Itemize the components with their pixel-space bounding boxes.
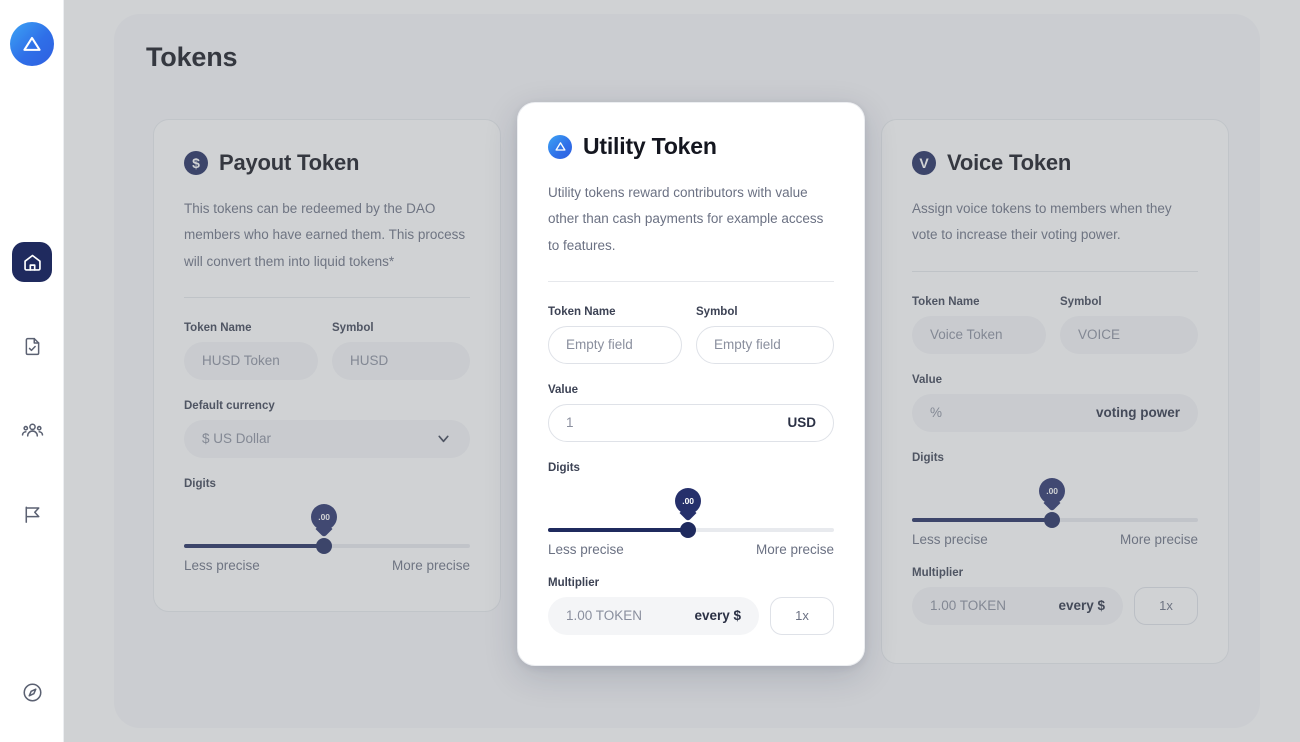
token-name-input[interactable]: Voice Token [912,315,1046,354]
multiplier-block: Multiplier 1.00 TOKEN every $ 1x [548,577,834,635]
slider-fill [184,543,325,548]
token-name-label: Token Name [184,321,252,334]
digits-slider[interactable]: .00 [548,487,834,546]
symbol-input[interactable]: HUSD [332,341,470,380]
slider-fill [912,517,1053,522]
card-payout-token[interactable]: $ Payout Token This tokens can be redeem… [153,119,501,612]
sidebar-nav [0,240,64,576]
default-currency-select[interactable]: $ US Dollar [184,419,470,458]
token-name-input[interactable]: HUSD Token [184,341,318,380]
symbol-label: Symbol [332,321,374,334]
value-block: Value % voting power [912,374,1198,432]
sidebar-item-home[interactable] [0,240,64,284]
multiplier-block: Multiplier 1.00 TOKEN every $ 1x [912,567,1198,625]
users-icon [12,410,52,450]
divider [184,296,470,298]
card-header: Utility Token [548,133,834,160]
page-surface: Tokens $ Payout Token This tokens can be… [114,14,1260,728]
digits-label: Digits [912,451,944,464]
multiplier-value: 1.00 TOKEN [566,608,643,624]
slider-thumb[interactable] [1044,511,1061,528]
sidebar [0,0,64,742]
digits-block: Digits .00 Less precise More precise [184,478,470,573]
digits-block: Digits .00 Less precise More precise [548,462,834,557]
document-check-icon [12,326,52,366]
token-cards-container: $ Payout Token This tokens can be redeem… [153,102,1229,666]
name-symbol-row: Token Name Empty field Symbol Empty fiel… [548,306,834,364]
multiplier-unit: every $ [694,608,741,624]
flag-icon [12,494,52,534]
value-text: % [930,405,943,421]
card-description: Utility tokens reward contributors with … [548,185,824,253]
compass-icon [21,681,44,709]
digits-block: Digits .00 Less precise More precise [912,452,1198,547]
token-name-label: Token Name [912,295,980,308]
triangle-token-icon [548,134,572,159]
multiplier-factor-box[interactable]: 1x [770,596,834,635]
sidebar-item-members[interactable] [0,408,64,452]
divider [912,270,1198,272]
multiplier-label: Multiplier [548,576,600,589]
page-title: Tokens [146,42,238,72]
value-unit: voting power [1096,405,1180,421]
multiplier-label: Multiplier [912,566,964,579]
value-input[interactable]: 1 USD [548,403,834,442]
card-header: V Voice Token [912,150,1198,176]
sidebar-item-documents[interactable] [0,324,64,368]
app-root: Tokens $ Payout Token This tokens can be… [0,0,1300,742]
home-icon [12,242,52,282]
slider-fill [548,527,689,532]
dollar-token-icon: $ [184,151,208,175]
slider-value-bubble: .00 [1039,477,1066,512]
card-header: $ Payout Token [184,150,470,176]
card-description: This tokens can be redeemed by the DAO m… [184,201,466,269]
currency-block: Default currency $ US Dollar [184,400,470,458]
triangle-logo-icon[interactable] [10,22,54,66]
card-voice-token[interactable]: V Voice Token Assign voice tokens to mem… [881,119,1229,664]
token-name-label: Token Name [548,305,616,318]
card-title: Voice Token [947,150,1072,175]
slider-value-bubble: .00 [675,487,702,522]
sidebar-item-explore[interactable] [0,673,64,717]
card-description: Assign voice tokens to members when they… [912,201,1172,243]
multiplier-unit: every $ [1058,598,1105,614]
chevron-down-icon [435,430,452,447]
slider-thumb[interactable] [316,537,333,554]
card-title: Utility Token [583,133,717,159]
divider [548,280,834,282]
name-symbol-row: Token Name HUSD Token Symbol HUSD [184,322,470,380]
value-label: Value [912,373,943,386]
value-text: 1 [566,415,574,431]
digits-label: Digits [548,461,580,474]
digits-slider[interactable]: .00 [184,503,470,562]
slider-thumb[interactable] [680,521,697,538]
symbol-input[interactable]: Empty field [696,325,834,364]
multiplier-input[interactable]: 1.00 TOKEN every $ [912,586,1123,625]
card-title: Payout Token [219,150,360,175]
symbol-label: Symbol [696,305,738,318]
name-symbol-row: Token Name Voice Token Symbol VOICE [912,296,1198,354]
token-name-input[interactable]: Empty field [548,325,682,364]
default-currency-label: Default currency [184,399,275,412]
slider-value-bubble: .00 [311,503,338,538]
multiplier-factor-box[interactable]: 1x [1134,586,1198,625]
multiplier-row: 1.00 TOKEN every $ 1x [912,586,1198,625]
digits-label: Digits [184,477,216,490]
default-currency-value: $ US Dollar [202,431,272,447]
digits-slider[interactable]: .00 [912,477,1198,536]
symbol-label: Symbol [1060,295,1102,308]
value-unit: USD [787,415,816,431]
multiplier-value: 1.00 TOKEN [930,598,1007,614]
value-label: Value [548,383,579,396]
voice-token-icon: V [912,151,936,175]
value-block: Value 1 USD [548,384,834,442]
symbol-input[interactable]: VOICE [1060,315,1198,354]
multiplier-row: 1.00 TOKEN every $ 1x [548,596,834,635]
card-utility-token[interactable]: Utility Token Utility tokens reward cont… [517,102,865,666]
sidebar-item-proposals[interactable] [0,492,64,536]
value-input[interactable]: % voting power [912,393,1198,432]
multiplier-input[interactable]: 1.00 TOKEN every $ [548,596,759,635]
